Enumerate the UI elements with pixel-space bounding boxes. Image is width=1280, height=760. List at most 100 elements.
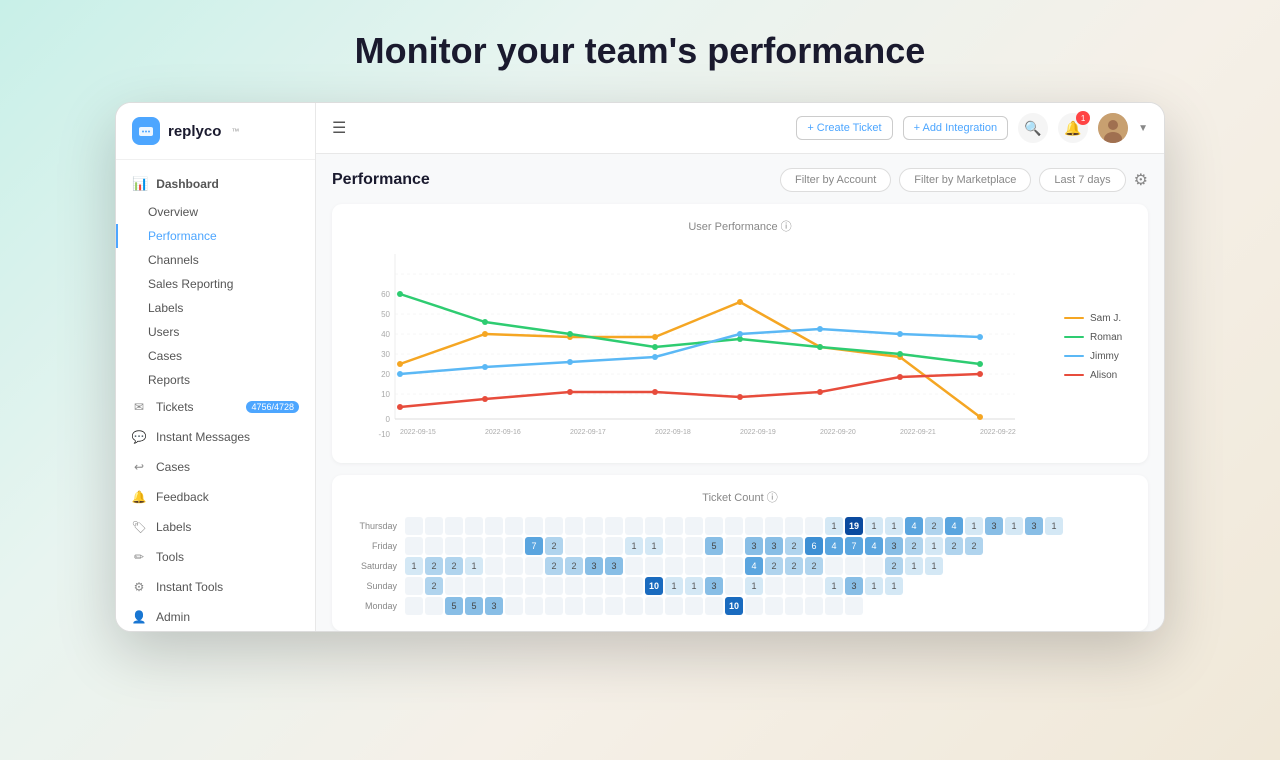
line-chart-svg: 0 10 20 30 40 50 60 -10 2022-09-15 2022: [346, 244, 1044, 444]
heatmap-row-thursday: Thursday: [348, 517, 1063, 535]
chevron-down-icon[interactable]: ▼: [1138, 123, 1148, 134]
page-wrapper: Monitor your team's performance replyco …: [20, 20, 1260, 740]
cases-icon: ↩: [132, 460, 146, 474]
legend-line-alison: [1064, 374, 1084, 376]
sidebar-item-cases-sub[interactable]: Cases: [116, 344, 315, 368]
legend-label-alison: Alison: [1090, 370, 1117, 381]
sidebar-item-sales-reporting[interactable]: Sales Reporting: [116, 272, 315, 296]
svg-text:2022-09-19: 2022-09-19: [740, 429, 776, 436]
content-area: Performance Filter by Account Filter by …: [316, 154, 1164, 631]
heatmap-row-sunday: Sunday 2: [348, 577, 1063, 595]
sidebar-dashboard-header[interactable]: 📊 Dashboard: [116, 168, 315, 200]
logo-icon: [132, 117, 160, 145]
create-ticket-button[interactable]: + Create Ticket: [796, 116, 892, 140]
legend-line-jimmy: [1064, 355, 1084, 357]
svg-text:0: 0: [386, 415, 391, 424]
svg-text:20: 20: [381, 370, 390, 379]
sidebar-item-tools[interactable]: ✏ Tools: [116, 542, 315, 572]
legend-label-jimmy: Jimmy: [1090, 351, 1119, 362]
day-label-monday: Monday: [348, 597, 403, 615]
svg-text:2022-09-22: 2022-09-22: [980, 429, 1016, 436]
sidebar-item-instant-messages[interactable]: 💬 Instant Messages: [116, 422, 315, 452]
sidebar-item-reports[interactable]: Reports: [116, 368, 315, 392]
day-label-thursday: Thursday: [348, 517, 403, 535]
notifications-button[interactable]: 🔔 1: [1058, 113, 1088, 143]
line-chart-area: 0 10 20 30 40 50 60 -10 2022-09-15 2022: [346, 244, 1044, 449]
heatmap-table: Thursday: [346, 515, 1065, 617]
sidebar-item-performance[interactable]: Performance: [116, 224, 315, 248]
chart-legend: Sam J. Roman Jimmy: [1054, 244, 1134, 449]
day-label-sunday: Sunday: [348, 577, 403, 595]
sidebar-item-labels-sub[interactable]: Labels: [116, 296, 315, 320]
page-headline: Monitor your team's performance: [355, 30, 926, 72]
legend-roman: Roman: [1064, 332, 1134, 343]
topbar-right: + Create Ticket + Add Integration 🔍 🔔 1 …: [796, 113, 1148, 143]
legend-sam: Sam J.: [1064, 313, 1134, 324]
day-label-saturday: Saturday: [348, 557, 403, 575]
legend-line-sam: [1064, 317, 1084, 319]
sidebar-item-overview[interactable]: Overview: [116, 200, 315, 224]
sidebar-sub-items: Overview Performance Channels Sales Repo…: [116, 200, 315, 392]
sidebar-nav: 📊 Dashboard Overview Performance Channel…: [116, 160, 315, 631]
svg-text:2022-09-20: 2022-09-20: [820, 429, 856, 436]
ticket-count-card: Ticket Count ⓘ Thursday: [332, 475, 1148, 631]
sidebar: replyco ™ 📊 Dashboard Overview Performan…: [116, 103, 316, 631]
svg-text:10: 10: [381, 390, 390, 399]
sidebar-item-channels[interactable]: Channels: [116, 248, 315, 272]
filter-time-button[interactable]: Last 7 days: [1039, 168, 1125, 192]
filter-marketplace-button[interactable]: Filter by Marketplace: [899, 168, 1031, 192]
svg-text:-10: -10: [378, 430, 390, 439]
heatmap-grid: Thursday: [346, 515, 1134, 617]
user-performance-card: User Performance ⓘ: [332, 204, 1148, 463]
sidebar-item-tickets[interactable]: ✉ Tickets 4756/4728: [116, 392, 315, 422]
svg-text:2022-09-21: 2022-09-21: [900, 429, 936, 436]
svg-text:2022-09-17: 2022-09-17: [570, 429, 606, 436]
filter-row: Filter by Account Filter by Marketplace …: [780, 168, 1148, 192]
ticket-icon: ✉: [132, 400, 146, 414]
notification-badge: 1: [1076, 111, 1090, 125]
sidebar-item-cases[interactable]: ↩ Cases: [116, 452, 315, 482]
filter-account-button[interactable]: Filter by Account: [780, 168, 891, 192]
instant-tools-icon: ⚙: [132, 580, 146, 594]
day-label-friday: Friday: [348, 537, 403, 555]
svg-text:50: 50: [381, 310, 390, 319]
user-avatar[interactable]: [1098, 113, 1128, 143]
add-integration-button[interactable]: + Add Integration: [903, 116, 1008, 140]
logo-text: replyco: [168, 123, 221, 140]
svg-text:2022-09-16: 2022-09-16: [485, 429, 521, 436]
search-button[interactable]: 🔍: [1018, 113, 1048, 143]
page-title: Performance: [332, 171, 430, 189]
legend-jimmy: Jimmy: [1064, 351, 1134, 362]
chart-title: User Performance ⓘ: [346, 218, 1134, 234]
app-container: replyco ™ 📊 Dashboard Overview Performan…: [115, 102, 1165, 632]
tools-icon: ✏: [132, 550, 146, 564]
heatmap-title: Ticket Count ⓘ: [346, 489, 1134, 505]
instant-messages-icon: 💬: [132, 430, 146, 444]
tickets-badge: 4756/4728: [246, 401, 299, 413]
chart-container: 0 10 20 30 40 50 60 -10 2022-09-15 2022: [346, 244, 1134, 449]
labels-icon: 🏷: [132, 520, 146, 534]
logo-area: replyco ™: [116, 103, 315, 160]
chart-settings-icon[interactable]: ⚙: [1134, 170, 1148, 190]
sidebar-item-feedback[interactable]: 🔔 Feedback: [116, 482, 315, 512]
dashboard-icon: 📊: [132, 176, 148, 192]
legend-label-roman: Roman: [1090, 332, 1122, 343]
sidebar-item-instant-tools[interactable]: ⚙ Instant Tools: [116, 572, 315, 602]
svg-text:40: 40: [381, 330, 390, 339]
legend-line-roman: [1064, 336, 1084, 338]
sidebar-item-admin[interactable]: 👤 Admin: [116, 602, 315, 631]
topbar: ☰ + Create Ticket + Add Integration 🔍 🔔 …: [316, 103, 1164, 154]
search-icon: 🔍: [1024, 120, 1041, 137]
hamburger-icon[interactable]: ☰: [332, 118, 346, 138]
dashboard-label: Dashboard: [156, 177, 219, 191]
sidebar-item-users[interactable]: Users: [116, 320, 315, 344]
svg-text:60: 60: [381, 290, 390, 299]
admin-icon: 👤: [132, 610, 146, 624]
feedback-icon: 🔔: [132, 490, 146, 504]
main-content: ☰ + Create Ticket + Add Integration 🔍 🔔 …: [316, 103, 1164, 631]
sidebar-item-labels[interactable]: 🏷 Labels: [116, 512, 315, 542]
svg-text:2022-09-18: 2022-09-18: [655, 429, 691, 436]
page-title-row: Performance Filter by Account Filter by …: [332, 168, 1148, 192]
legend-label-sam: Sam J.: [1090, 313, 1121, 324]
heatmap-row-saturday: Saturday 1 2 2 1 2 2 3: [348, 557, 1063, 575]
